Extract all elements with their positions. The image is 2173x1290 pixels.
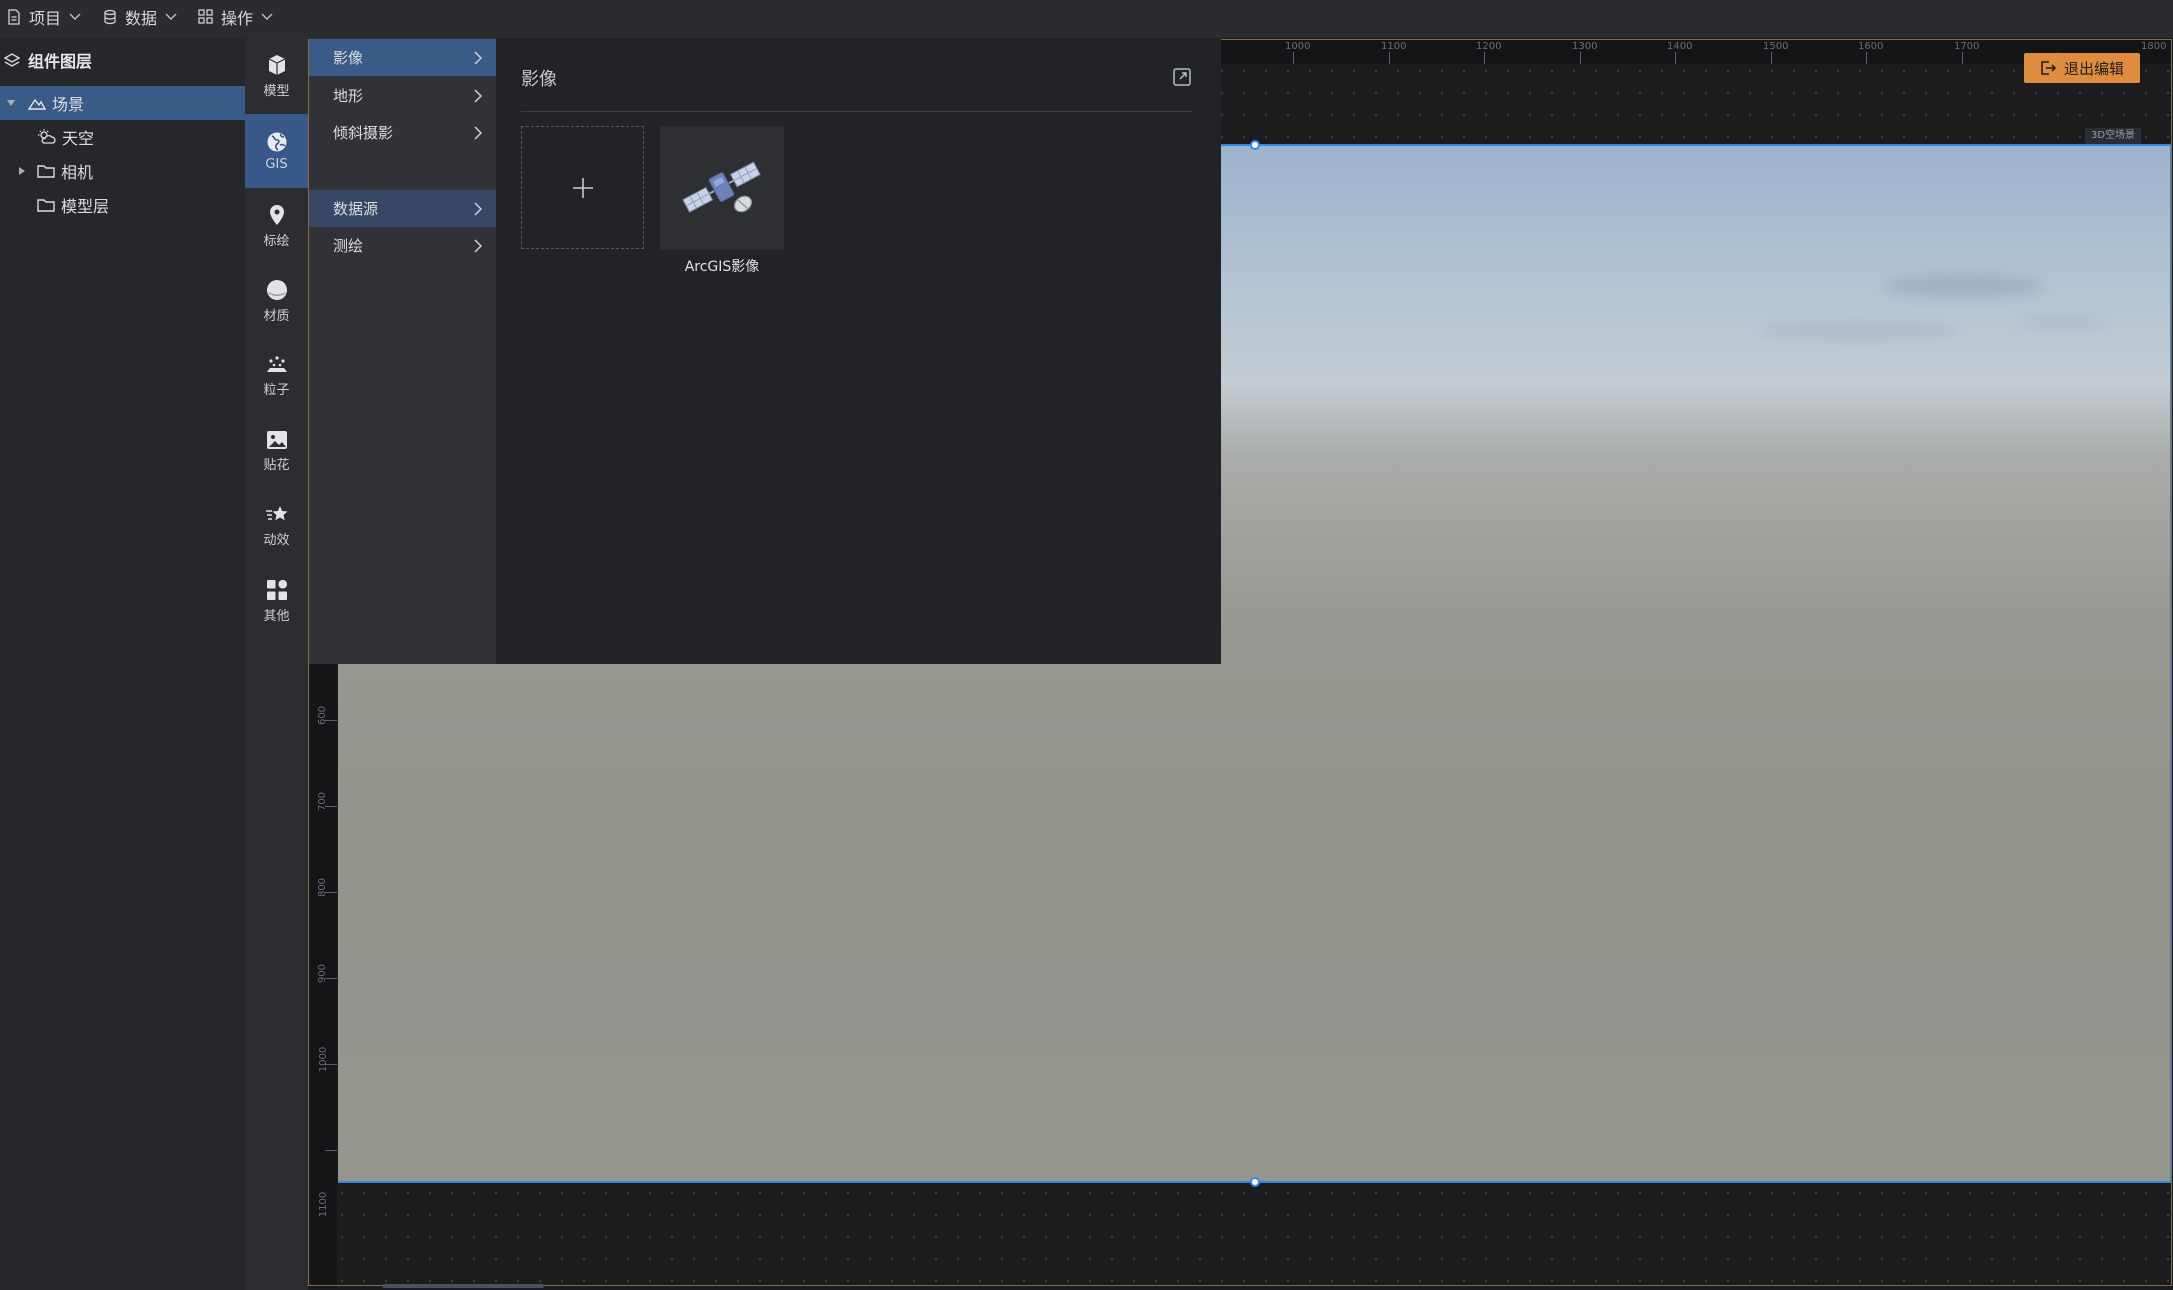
category-label: 地形 (333, 87, 364, 105)
category-surveying[interactable]: 测绘 (309, 227, 496, 264)
category-imagery[interactable]: 影像 (309, 39, 496, 76)
tree-item-model-layer[interactable]: 模型层 (0, 188, 245, 222)
layer-panel-header: 组件图层 (0, 38, 245, 82)
rail-item-label: GIS (265, 156, 288, 172)
chevron-right-icon (474, 88, 482, 103)
popout-icon[interactable] (1172, 67, 1192, 87)
chevron-down-icon (69, 13, 81, 20)
rail-item-model[interactable]: 模型 (245, 39, 308, 113)
tree-item-label: 相机 (61, 163, 94, 182)
menu-operate-label: 操作 (221, 8, 254, 28)
component-rail: 模型 GIS 标绘 材质 粒子 贴花 动效 其他 (245, 38, 308, 1290)
tree-item-scene[interactable]: 场景 (0, 86, 245, 120)
caret-down-icon (7, 100, 15, 106)
particle-icon (266, 355, 287, 372)
layer-panel-title: 组件图层 (28, 52, 93, 71)
effect-icon (265, 505, 287, 520)
satellite-icon (682, 161, 761, 213)
apps-icon (266, 579, 287, 600)
rail-item-label: 模型 (263, 83, 290, 99)
category-label: 倾斜摄影 (333, 124, 394, 142)
asset-label: ArcGIS影像 (684, 259, 760, 275)
category-label: 测绘 (333, 237, 364, 255)
category-label: 影像 (333, 49, 364, 67)
model-icon (268, 54, 285, 75)
layer-tree-panel: 组件图层 场景 天空 相机 模型层 (0, 38, 245, 1290)
database-icon (104, 9, 116, 24)
chevron-right-icon (474, 238, 482, 253)
rail-item-decal[interactable]: 贴花 (245, 414, 308, 488)
document-icon (8, 8, 20, 25)
category-oblique-photography[interactable]: 倾斜摄影 (309, 114, 496, 151)
folder-icon (37, 165, 55, 178)
menu-operate[interactable]: 操作 (198, 0, 273, 33)
add-asset-button[interactable] (521, 126, 644, 249)
asset-card-arcgis[interactable] (660, 126, 784, 250)
menu-project-label: 项目 (29, 8, 62, 28)
globe-icon (267, 132, 286, 151)
rail-item-label: 贴花 (263, 457, 290, 473)
rail-item-label: 粒子 (263, 382, 290, 398)
category-label: 数据源 (333, 200, 379, 218)
tree-item-sky[interactable]: 天空 (0, 120, 245, 154)
menu-data[interactable]: 数据 (103, 0, 177, 33)
rail-item-effect[interactable]: 动效 (245, 489, 308, 563)
rail-item-label: 标绘 (263, 233, 290, 249)
rail-item-particle[interactable]: 粒子 (245, 339, 308, 413)
tree-item-label: 场景 (52, 95, 85, 114)
grid-icon (198, 9, 213, 24)
gis-category-menu: 影像 地形 倾斜摄影 数据源 测绘 (309, 38, 496, 664)
rail-item-label: 材质 (263, 308, 290, 324)
category-datasource[interactable]: 数据源 (309, 190, 496, 227)
chevron-right-icon (474, 50, 482, 65)
caret-right-icon (19, 167, 25, 175)
tree-item-camera[interactable]: 相机 (0, 154, 245, 188)
layers-icon (4, 53, 20, 67)
rail-item-label: 其他 (263, 608, 290, 624)
tree-item-label: 天空 (62, 129, 95, 148)
weather-icon (38, 129, 56, 144)
horizontal-scrollbar[interactable] (382, 1284, 544, 1288)
decal-icon (266, 430, 287, 449)
chevron-down-icon (261, 13, 273, 20)
scene-icon (28, 98, 46, 110)
rail-item-other[interactable]: 其他 (245, 564, 308, 638)
panel-divider (521, 111, 1193, 112)
material-icon (266, 279, 287, 300)
rail-item-material[interactable]: 材质 (245, 264, 308, 338)
menu-project[interactable]: 项目 (7, 0, 81, 33)
tree-item-label: 模型层 (61, 197, 110, 216)
panel-title: 影像 (521, 69, 557, 90)
chevron-down-icon (165, 13, 177, 20)
plus-icon (572, 177, 593, 198)
rail-item-plot[interactable]: 标绘 (245, 189, 308, 263)
rail-item-label: 动效 (263, 532, 290, 548)
folder-icon (37, 199, 55, 212)
asset-panel: 影像 ArcGIS影像 (496, 38, 1221, 664)
menu-data-label: 数据 (125, 8, 158, 28)
pin-icon (269, 204, 284, 225)
menu-bar: 项目 数据 操作 (0, 0, 2173, 38)
chevron-right-icon (474, 125, 482, 140)
chevron-right-icon (474, 201, 482, 216)
rail-item-gis[interactable]: GIS (245, 114, 308, 188)
category-terrain[interactable]: 地形 (309, 77, 496, 114)
